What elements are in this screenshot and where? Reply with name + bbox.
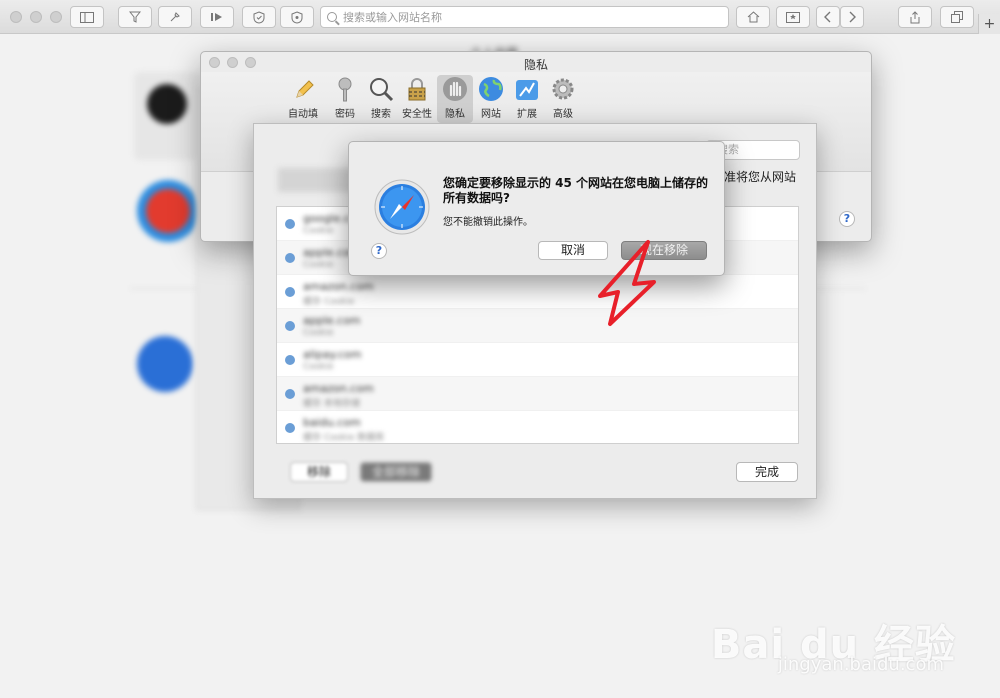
gear-icon — [549, 75, 577, 103]
list-item[interactable]: amazon.com 缓存 Cookie — [277, 275, 798, 309]
blurred-heading — [278, 168, 358, 192]
bookmark-button[interactable] — [776, 6, 810, 28]
site-name: alipay.com — [303, 348, 362, 361]
tab-security-label: 安全性 — [402, 109, 432, 120]
confirm-remove-alert: 您确定要移除显示的 45 个网站在您电脑上储存的所有数据吗? 您不能撤销此操作。… — [348, 141, 725, 276]
home-icon — [747, 11, 759, 23]
site-favicon-icon — [285, 389, 295, 399]
back-button[interactable] — [816, 6, 840, 28]
globe-icon — [477, 75, 505, 103]
tab-advanced-label: 高级 — [553, 109, 573, 120]
tab-extensions[interactable]: 扩展 — [509, 75, 545, 120]
site-name: apple.com — [303, 314, 361, 327]
site-data-types: 缓存 Cookie — [303, 297, 355, 307]
site-favicon-icon — [285, 423, 295, 433]
watermark-url: jingyan.baidu.com — [777, 654, 944, 675]
site-data-types: 缓存 本地存储 — [303, 399, 360, 409]
sidebar-icon — [80, 11, 94, 23]
site-favicon-icon — [285, 253, 295, 263]
site-name: amazon.com — [303, 382, 374, 395]
minimize-window-button[interactable] — [30, 11, 42, 23]
play-logo-icon — [146, 189, 190, 233]
preferences-title: 隐私 — [523, 58, 548, 72]
puzzle-icon — [513, 75, 541, 103]
site-favicon-icon — [285, 355, 295, 365]
site-favicon-icon — [285, 287, 295, 297]
site-data-types: Cookie — [303, 260, 334, 270]
site-data-types: Cookie — [303, 362, 334, 372]
zoom-window-button[interactable] — [50, 11, 62, 23]
new-tab-button[interactable]: + — [978, 14, 1000, 34]
shield-check-icon — [253, 10, 265, 24]
browser-toolbar: 搜索或输入网站名称 + — [0, 0, 1000, 34]
favorite-baidu[interactable] — [130, 336, 200, 426]
remove-all-button[interactable]: 全部移除 — [360, 462, 432, 482]
favorite-apple[interactable] — [134, 72, 200, 160]
prefs-help-button[interactable]: ? — [839, 211, 855, 227]
site-data-types: Cookie — [303, 328, 334, 338]
site-name: baidu.com — [303, 416, 361, 429]
key-icon — [331, 75, 359, 103]
list-item[interactable]: alipay.com Cookie — [277, 343, 798, 377]
filter-button[interactable] — [118, 6, 152, 28]
chevron-left-icon — [824, 11, 831, 23]
sidebar-toggle-button[interactable] — [70, 6, 104, 28]
address-bar[interactable]: 搜索或输入网站名称 — [320, 6, 729, 28]
magnifier-icon — [367, 75, 395, 103]
wrench-icon — [170, 12, 180, 22]
tab-websites[interactable]: 网站 — [473, 75, 509, 120]
pencil-icon — [289, 75, 317, 103]
forward-button[interactable] — [840, 6, 864, 28]
tab-search[interactable]: 搜索 — [363, 75, 399, 120]
lock-icon — [403, 75, 431, 103]
tab-passwords[interactable]: 密码 — [327, 75, 363, 120]
apple-logo-icon — [147, 84, 187, 124]
tab-search-label: 搜索 — [371, 109, 391, 120]
adblock-extension-button[interactable] — [280, 6, 314, 28]
tab-websites-label: 网站 — [481, 109, 501, 120]
play-skip-icon — [211, 13, 222, 21]
reader-button[interactable] — [200, 6, 234, 28]
list-item[interactable]: baidu.com 缓存 Cookie 数据库 — [277, 411, 798, 443]
tab-passwords-label: 密码 — [335, 109, 355, 120]
site-data-types: Cookie — [303, 226, 334, 236]
share-icon — [910, 10, 920, 23]
home-button[interactable] — [736, 6, 770, 28]
tab-privacy-label: 隐私 — [445, 109, 465, 120]
list-item[interactable]: apple.com Cookie — [277, 309, 798, 343]
favorite-youku[interactable] — [137, 180, 199, 242]
list-item[interactable]: amazon.com 缓存 本地存储 — [277, 377, 798, 411]
remove-button[interactable]: 移除 — [290, 462, 348, 482]
security-extension-button[interactable] — [242, 6, 276, 28]
site-favicon-icon — [285, 219, 295, 229]
funnel-icon — [129, 11, 141, 23]
chevron-right-icon — [849, 11, 856, 23]
red-arrow-annotation-icon — [598, 240, 656, 326]
tab-advanced[interactable]: 高级 — [545, 75, 581, 120]
tab-privacy[interactable]: 隐私 — [437, 75, 473, 123]
shield-icon — [291, 10, 303, 24]
hand-icon — [441, 75, 469, 103]
star-icon — [786, 11, 800, 23]
address-bar-placeholder: 搜索或输入网站名称 — [343, 11, 442, 24]
sheet-description: 准将您从网站 — [724, 170, 797, 184]
alert-help-button[interactable]: ? — [371, 243, 387, 259]
tab-security[interactable]: 安全性 — [399, 75, 435, 120]
extension-button-1[interactable] — [158, 6, 192, 28]
tab-extensions-label: 扩展 — [517, 109, 537, 120]
safari-compass-icon — [374, 179, 430, 235]
tabs-overview-button[interactable] — [940, 6, 974, 28]
close-window-button[interactable] — [10, 11, 22, 23]
paw-logo-icon — [137, 336, 193, 392]
search-icon — [327, 12, 337, 22]
site-data-types: 缓存 Cookie 数据库 — [303, 433, 385, 443]
tabs-icon — [951, 11, 963, 23]
share-button[interactable] — [898, 6, 932, 28]
site-name: amazon.com — [303, 280, 374, 293]
alert-subtitle: 您不能撤销此操作。 — [443, 217, 533, 228]
alert-title: 您确定要移除显示的 45 个网站在您电脑上储存的所有数据吗? — [443, 176, 709, 205]
done-button[interactable]: 完成 — [736, 462, 798, 482]
site-favicon-icon — [285, 321, 295, 331]
